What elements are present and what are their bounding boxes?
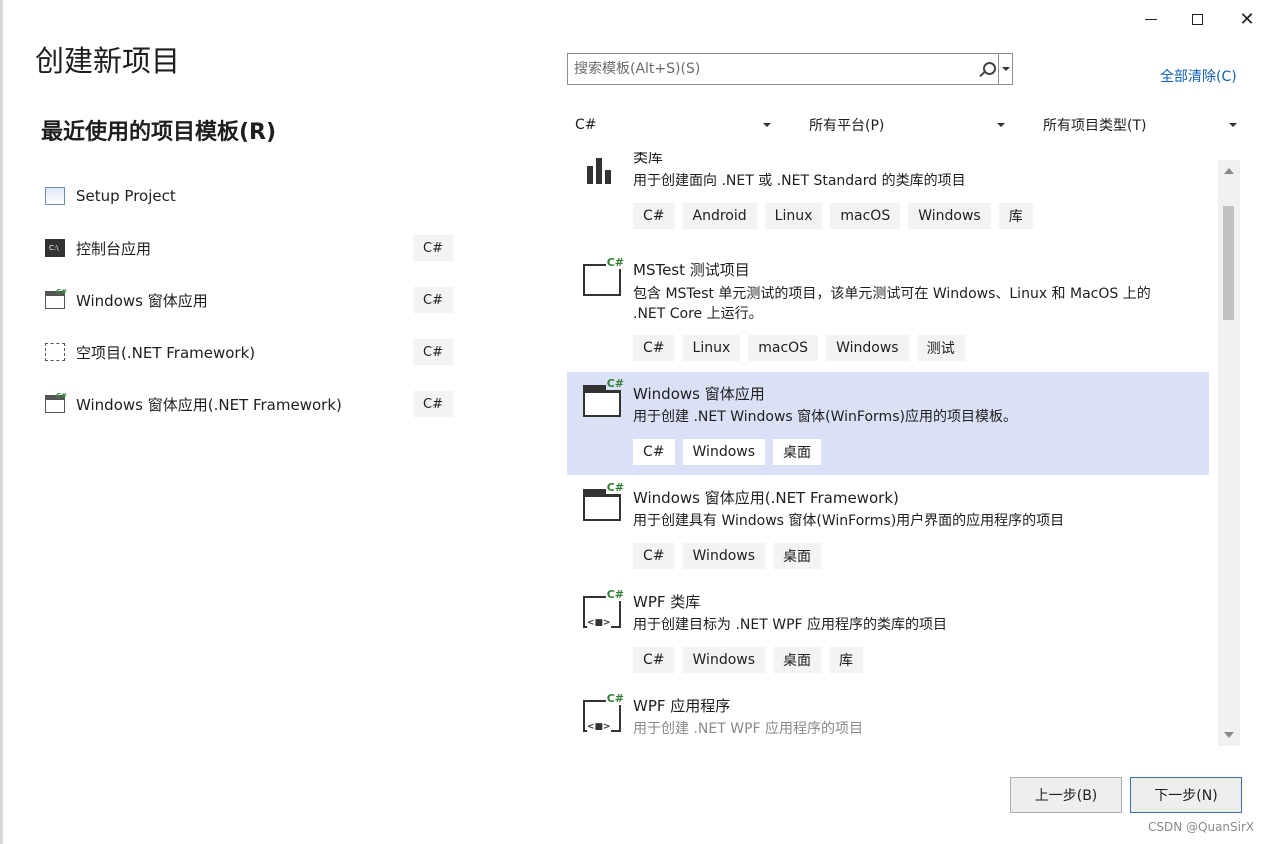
template-item[interactable]: C# <■> WPF 类库 用于创建目标为 .NET WPF 应用程序的类库的项… (567, 580, 1209, 684)
tag: C# (633, 439, 675, 465)
template-tags: C# Windows 桌面 库 (633, 647, 864, 673)
recent-item[interactable]: 空项目(.NET Framework) C# (45, 326, 465, 378)
template-description: 用于创建 .NET WPF 应用程序的项目 (633, 721, 864, 737)
tag: Windows (682, 439, 766, 465)
template-name: WPF 类库 (633, 593, 701, 611)
scrollbar-thumb[interactable] (1223, 206, 1234, 320)
wpf-app-icon: C# <■> (583, 692, 625, 732)
minimize-icon[interactable] (1131, 6, 1171, 32)
recent-item[interactable]: Setup Project (45, 170, 465, 222)
tag: 测试 (916, 335, 965, 361)
template-name: MSTest 测试项目 (633, 261, 750, 279)
template-name: WPF 应用程序 (633, 697, 731, 715)
tag: 桌面 (773, 543, 822, 569)
tag: macOS (748, 335, 819, 361)
template-list: C# 类库 用于创建面向 .NET 或 .NET Standard 的类库的项目… (567, 152, 1209, 744)
template-tags: C# Windows 桌面 (633, 439, 822, 465)
language-badge: C# (413, 391, 453, 417)
platform-filter-value: 所有平台(P) (809, 118, 885, 134)
recent-item-label: Setup Project (76, 187, 176, 205)
template-name: 类库 (633, 152, 664, 166)
recent-item[interactable]: C# Windows 窗体应用(.NET Framework) C# (45, 378, 465, 430)
tag: Android (682, 203, 757, 229)
template-description: 用于创建具有 Windows 窗体(WinForms)用户界面的应用程序的项目 (633, 513, 1065, 529)
windows-forms-icon: C# (583, 377, 625, 417)
page-title: 创建新项目 (35, 44, 181, 78)
mstest-icon: C# (583, 256, 625, 296)
recent-templates-heading: 最近使用的项目模板(R) (41, 120, 277, 145)
recent-item[interactable]: C# Windows 窗体应用 C# (45, 274, 465, 326)
search-icon[interactable] (978, 61, 996, 77)
template-description: 用于创建 .NET Windows 窗体(WinForms)应用的项目模板。 (633, 409, 1017, 425)
template-description: 用于创建面向 .NET 或 .NET Standard 的类库的项目 (633, 173, 966, 189)
scroll-up-icon[interactable] (1224, 168, 1234, 174)
tag: 桌面 (773, 647, 822, 673)
tag: 库 (998, 203, 1033, 229)
windows-forms-icon: C# (583, 481, 625, 521)
tag: Linux (682, 335, 741, 361)
template-name: Windows 窗体应用 (633, 385, 765, 403)
clear-all-link[interactable]: 全部清除(C) (1160, 66, 1237, 86)
tag: C# (633, 543, 675, 569)
chevron-down-icon (1229, 123, 1237, 127)
tag: macOS (830, 203, 901, 229)
search-box (567, 53, 1013, 85)
recent-item-label: 控制台应用 (76, 239, 152, 258)
scroll-down-icon[interactable] (1224, 732, 1234, 738)
tag: Linux (764, 203, 823, 229)
template-item-selected[interactable]: C# Windows 窗体应用 用于创建 .NET Windows 窗体(Win… (567, 372, 1209, 475)
setup-project-icon (45, 187, 65, 205)
recent-item-label: Windows 窗体应用(.NET Framework) (76, 395, 342, 414)
watermark: CSDN @QuanSirX (1148, 820, 1255, 834)
template-tags: C# Android Linux macOS Windows 库 (633, 203, 1033, 229)
next-button[interactable]: 下一步(N) (1130, 777, 1242, 813)
tag: 桌面 (773, 439, 822, 465)
recent-templates-list: Setup Project C:\ 控制台应用 C# C# Windows 窗体… (45, 170, 465, 430)
tag: C# (633, 335, 675, 361)
recent-item[interactable]: C:\ 控制台应用 C# (45, 222, 465, 274)
wpf-library-icon: C# <■> (583, 588, 625, 628)
template-description: 用于创建目标为 .NET WPF 应用程序的类库的项目 (633, 617, 948, 633)
maximize-icon[interactable] (1177, 6, 1217, 32)
console-app-icon: C:\ (45, 239, 65, 257)
tag: Windows (826, 335, 909, 361)
language-filter-value: C# (575, 117, 597, 133)
windows-forms-icon: C# (45, 392, 67, 413)
tag: Windows (682, 543, 766, 569)
tag: C# (633, 647, 675, 673)
template-item[interactable]: C# 类库 用于创建面向 .NET 或 .NET Standard 的类库的项目… (567, 152, 1209, 248)
platform-filter-dropdown[interactable]: 所有平台(P) (809, 112, 1005, 138)
empty-project-icon (45, 343, 65, 361)
tag: C# (633, 203, 675, 229)
language-badge: C# (413, 287, 453, 313)
project-type-filter-dropdown[interactable]: 所有项目类型(T) (1043, 112, 1237, 138)
language-badge: C# (413, 235, 453, 261)
language-badge: C# (413, 339, 453, 365)
language-filter-dropdown[interactable]: C# (575, 112, 771, 138)
tag: 库 (829, 647, 864, 673)
template-item[interactable]: C# Windows 窗体应用(.NET Framework) 用于创建具有 W… (567, 476, 1209, 580)
chevron-down-icon (997, 123, 1005, 127)
windows-forms-icon: C# (45, 288, 67, 309)
create-project-window: ✕ 创建新项目 最近使用的项目模板(R) Setup Project C:\ 控… (0, 0, 1268, 844)
chevron-down-icon (763, 123, 771, 127)
template-item[interactable]: C# MSTest 测试项目 包含 MSTest 单元测试的项目，该单元测试可在… (567, 252, 1209, 368)
recent-item-label: 空项目(.NET Framework) (76, 343, 256, 362)
tag: Windows (682, 647, 766, 673)
recent-item-label: Windows 窗体应用 (76, 291, 208, 310)
template-item[interactable]: C# <■> WPF 应用程序 用于创建 .NET WPF 应用程序的项目 (567, 684, 1209, 744)
back-button[interactable]: 上一步(B) (1010, 777, 1122, 813)
template-tags: C# Linux macOS Windows 测试 (633, 335, 965, 361)
search-input[interactable] (574, 59, 974, 79)
class-library-icon: C# (583, 152, 621, 184)
close-icon[interactable]: ✕ (1227, 6, 1267, 32)
template-description: 包含 MSTest 单元测试的项目，该单元测试可在 Windows、Linux … (633, 286, 1151, 322)
template-tags: C# Windows 桌面 (633, 543, 822, 569)
template-list-scrollbar[interactable] (1218, 160, 1240, 746)
project-type-filter-value: 所有项目类型(T) (1043, 118, 1147, 134)
search-options-dropdown[interactable] (998, 54, 1012, 84)
template-name: Windows 窗体应用(.NET Framework) (633, 489, 899, 507)
tag: Windows (908, 203, 991, 229)
